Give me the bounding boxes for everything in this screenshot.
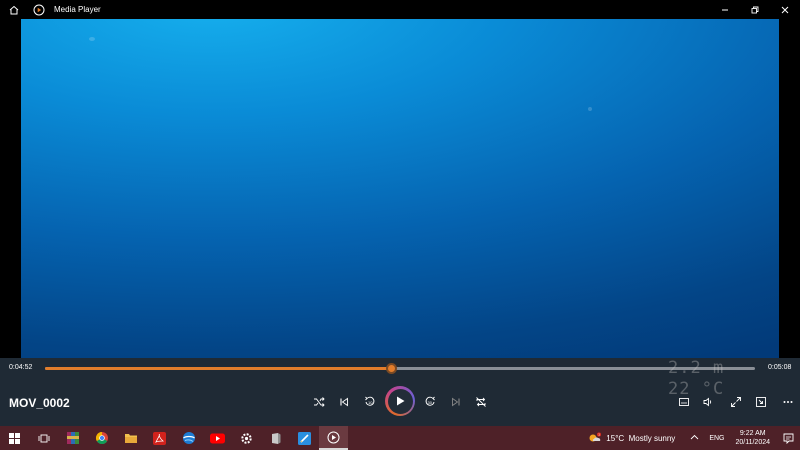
home-button[interactable] (0, 0, 28, 19)
seek-bar[interactable] (45, 363, 755, 374)
captions-icon (679, 398, 689, 406)
taskbar: 1 15°C Mostly sunny ENG 9:22 AM 20/11/20… (0, 426, 800, 450)
task-view-icon (38, 434, 49, 442)
fullscreen-button[interactable] (726, 392, 746, 412)
mini-player-button[interactable] (751, 392, 771, 412)
mini-player-icon (756, 397, 766, 407)
clock[interactable]: 9:22 AM 20/11/2024 (735, 429, 770, 447)
clock-date: 20/11/2024 (735, 439, 770, 446)
weather-icon: 1 (588, 432, 602, 444)
playback-controls: 0:04:52 0:05:08 2.2 m 22 °C MOV_0002 10 … (0, 358, 800, 426)
notification-center-button[interactable] (776, 426, 800, 450)
taskbar-app[interactable] (261, 426, 290, 450)
video-frame[interactable] (21, 19, 779, 358)
shuffle-icon (314, 397, 325, 407)
repeat-button[interactable] (471, 392, 491, 412)
weather-widget[interactable]: 1 15°C Mostly sunny (588, 432, 675, 444)
close-button[interactable] (770, 0, 800, 19)
language-indicator[interactable]: ENG (709, 435, 724, 442)
taskbar-acrobat[interactable] (145, 426, 174, 450)
acrobat-icon (153, 431, 166, 445)
media-title: MOV_0002 (9, 396, 70, 410)
restore-button[interactable] (740, 0, 770, 19)
svg-text:10: 10 (368, 400, 373, 405)
forward-30-button[interactable]: 30 (420, 392, 440, 412)
skip-next-icon (452, 397, 460, 407)
home-icon (9, 5, 19, 14)
current-time: 0:04:52 (9, 364, 33, 371)
chrome-icon (95, 432, 108, 445)
depth-overlay: 2.2 m (668, 358, 725, 378)
taskbar-winrar[interactable] (58, 426, 87, 450)
taskbar-youtube[interactable] (203, 426, 232, 450)
close-icon (781, 6, 789, 13)
taskbar-file-explorer[interactable] (116, 426, 145, 450)
video-particle (89, 37, 95, 41)
minimize-icon (722, 9, 728, 10)
taskbar-chrome[interactable] (87, 426, 116, 450)
more-options-button[interactable] (778, 392, 798, 412)
media-player-app-icon (32, 3, 46, 17)
youtube-icon (210, 433, 225, 443)
app-icon (271, 432, 280, 444)
window-title: Media Player (54, 5, 101, 14)
winrar-icon (66, 432, 79, 444)
svg-text:30: 30 (428, 400, 433, 405)
play-button-inner (387, 388, 413, 414)
forward-30-icon: 30 (425, 396, 435, 406)
previous-button[interactable] (334, 392, 354, 412)
fullscreen-icon (731, 397, 741, 407)
drawing-app-icon (298, 431, 311, 445)
next-button[interactable] (446, 392, 466, 412)
captions-button[interactable] (674, 392, 694, 412)
taskbar-drawing-app[interactable] (290, 426, 319, 450)
volume-button[interactable] (698, 392, 718, 412)
clock-time: 9:22 AM (739, 430, 766, 437)
taskbar-settings[interactable] (232, 426, 261, 450)
notification-icon (783, 433, 793, 444)
start-icon (9, 432, 20, 444)
restore-icon (751, 6, 759, 13)
system-tray: 1 15°C Mostly sunny ENG 9:22 AM 20/11/20… (588, 426, 800, 450)
task-view-button[interactable] (29, 426, 58, 450)
video-particle (588, 107, 592, 111)
browser-icon (182, 432, 195, 444)
play-button[interactable] (385, 386, 415, 416)
rewind-10-button[interactable]: 10 (360, 392, 380, 412)
shuffle-button[interactable] (309, 392, 329, 412)
chevron-up-icon (690, 434, 699, 440)
file-explorer-icon (124, 434, 137, 443)
total-time: 0:05:08 (768, 364, 792, 371)
media-player-icon (327, 431, 340, 443)
show-hidden-icons-button[interactable] (690, 434, 699, 442)
minimize-button[interactable] (710, 0, 740, 19)
seek-bar-thumb[interactable] (385, 363, 397, 374)
title-bar: Media Player (0, 0, 800, 19)
taskbar-browser[interactable] (174, 426, 203, 450)
taskbar-media-player[interactable] (319, 426, 348, 450)
rewind-10-icon: 10 (365, 396, 375, 406)
seek-bar-progress (45, 367, 391, 370)
weather-text: 15°C Mostly sunny (606, 433, 676, 443)
settings-icon (241, 432, 252, 444)
skip-previous-icon (340, 397, 348, 407)
volume-icon (703, 397, 712, 407)
start-button[interactable] (0, 426, 29, 450)
repeat-off-icon (476, 397, 486, 407)
play-icon (397, 396, 405, 406)
more-icon (783, 401, 793, 403)
